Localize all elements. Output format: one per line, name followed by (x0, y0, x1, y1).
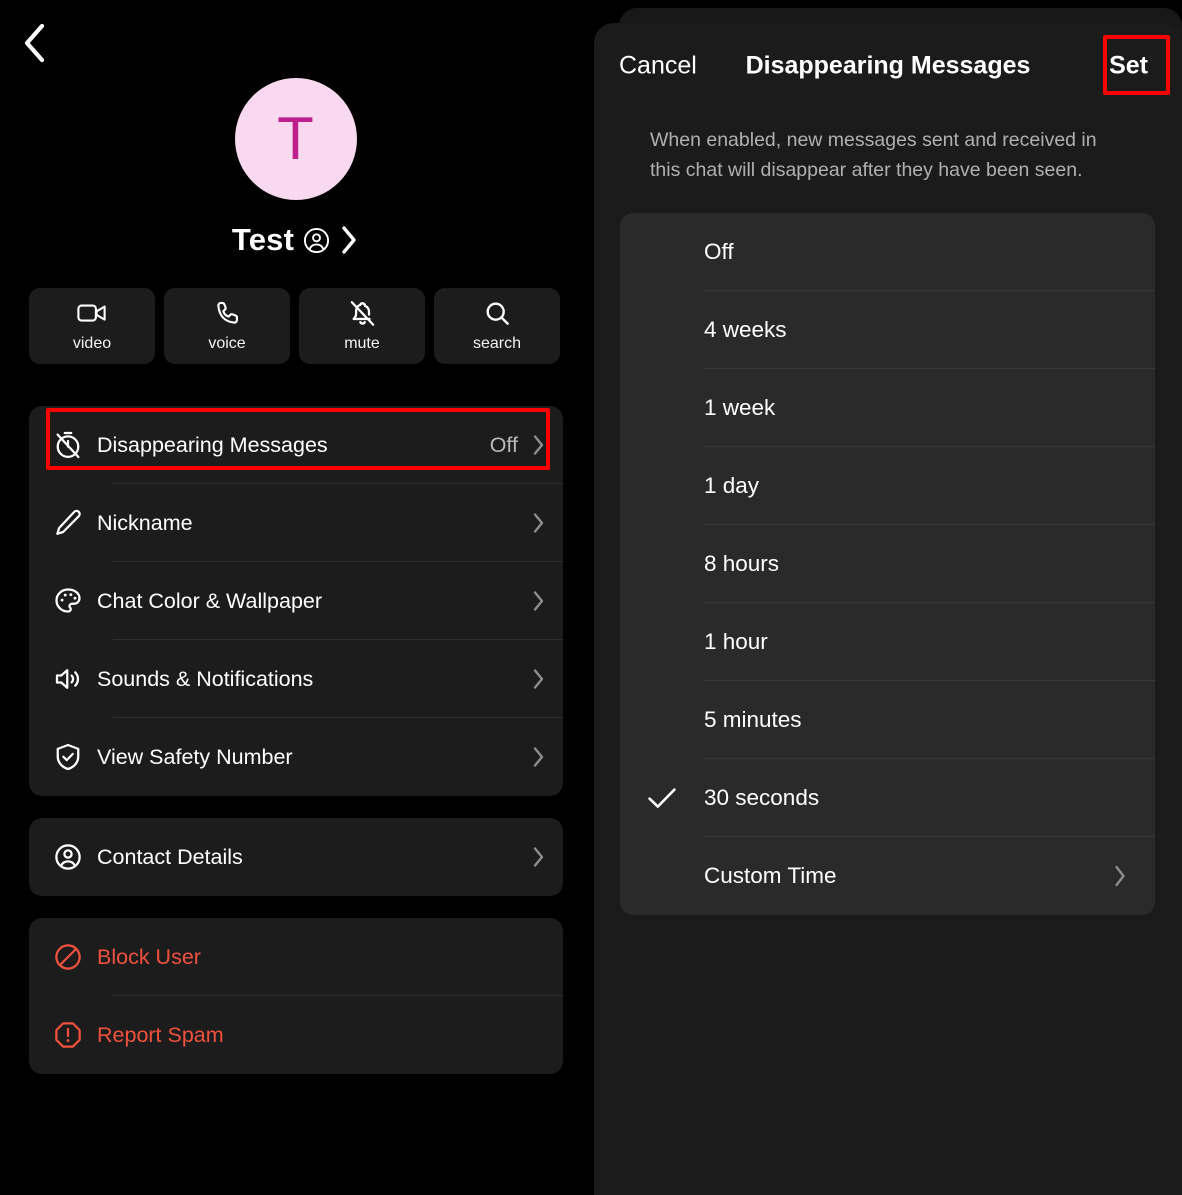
action-label: video (72, 335, 112, 352)
settings-row-contact-details[interactable]: Contact Details (29, 818, 563, 896)
chevron-right-icon (1113, 864, 1137, 888)
chevron-right-icon (532, 590, 545, 612)
settings-row-nickname[interactable]: Nickname (29, 484, 563, 562)
option-row-1-day[interactable]: 1 day (620, 447, 1155, 525)
option-row-4-weeks[interactable]: 4 weeks (620, 291, 1155, 369)
report-spam-button[interactable]: Report Spam (29, 996, 563, 1074)
mute-button[interactable]: mute (299, 288, 425, 364)
settings-row-label: View Safety Number (97, 744, 293, 769)
magnifier-icon (484, 299, 511, 327)
voice-call-button[interactable]: voice (164, 288, 290, 364)
option-row-30-seconds[interactable]: 30 seconds (620, 759, 1155, 837)
settings-card: Disappearing Messages Off Nickname Chat … (29, 406, 563, 796)
option-label: 1 day (704, 473, 760, 498)
danger-row-label: Block User (97, 944, 201, 969)
back-icon[interactable] (13, 22, 55, 64)
speaker-icon (53, 664, 97, 694)
action-label: search (472, 335, 522, 352)
sheet-header: Cancel Disappearing Messages Set (594, 23, 1182, 109)
timer-options-list: Off 4 weeks 1 week 1 day 8 hours 1 hour … (620, 213, 1155, 915)
display-name-row[interactable]: Test (232, 222, 359, 258)
option-row-5-minutes[interactable]: 5 minutes (620, 681, 1155, 759)
phone-icon (214, 299, 241, 327)
palette-icon (53, 586, 97, 616)
page-title: Test (231, 222, 295, 257)
chevron-right-icon (532, 512, 545, 534)
block-user-button[interactable]: Block User (29, 918, 563, 996)
chevron-right-icon (532, 746, 545, 768)
pencil-icon (53, 508, 97, 538)
option-row-custom-time[interactable]: Custom Time (620, 837, 1155, 915)
profile-header: T Test (0, 78, 591, 258)
option-label: 30 seconds (704, 785, 820, 810)
action-label: mute (344, 335, 380, 352)
status-badge: Off (489, 432, 518, 457)
danger-row-label: Report Spam (97, 1022, 224, 1047)
chevron-right-icon[interactable] (339, 224, 359, 256)
search-button[interactable]: search (434, 288, 560, 364)
bell-slash-icon (348, 299, 377, 327)
option-label: 4 weeks (704, 317, 787, 342)
set-button[interactable]: Set (1109, 52, 1148, 81)
option-row-8-hours[interactable]: 8 hours (620, 525, 1155, 603)
shield-check-icon (53, 742, 97, 772)
video-camera-icon (77, 299, 107, 327)
settings-row-chat-color-wallpaper[interactable]: Chat Color & Wallpaper (29, 562, 563, 640)
option-label: 8 hours (704, 551, 780, 576)
settings-row-view-safety-number[interactable]: View Safety Number (29, 718, 563, 796)
chevron-right-icon (532, 668, 545, 690)
person-circle-icon (53, 842, 97, 872)
option-row-1-week[interactable]: 1 week (620, 369, 1155, 447)
chevron-right-icon (532, 434, 545, 456)
settings-row-label: Contact Details (97, 844, 243, 869)
option-label: Custom Time (704, 863, 837, 888)
danger-actions-card: Block User Report Spam (29, 918, 563, 1074)
option-label: 5 minutes (704, 707, 802, 732)
option-label: 1 hour (704, 629, 768, 654)
action-label: voice (208, 335, 246, 352)
settings-row-sounds-notifications[interactable]: Sounds & Notifications (29, 640, 563, 718)
action-button-row: video voice mute search (29, 288, 563, 364)
checkmark-icon (620, 784, 704, 812)
conversation-settings-panel: T Test video voice mute search Disappear… (0, 0, 591, 1195)
video-call-button[interactable]: video (29, 288, 155, 364)
avatar-initial: T (277, 105, 314, 172)
disappearing-messages-sheet: Cancel Disappearing Messages Set When en… (594, 23, 1182, 1195)
timer-off-icon (53, 430, 97, 460)
option-row-1-hour[interactable]: 1 hour (620, 603, 1155, 681)
settings-row-label: Chat Color & Wallpaper (97, 588, 323, 613)
person-circle-icon (303, 227, 330, 254)
option-label: Off (704, 239, 734, 264)
chevron-right-icon (532, 846, 545, 868)
sheet-title: Disappearing Messages (745, 51, 1031, 80)
option-row-off[interactable]: Off (620, 213, 1155, 291)
settings-row-label: Nickname (97, 510, 193, 535)
settings-row-disappearing-messages[interactable]: Disappearing Messages Off (29, 406, 563, 484)
settings-row-label: Sounds & Notifications (97, 666, 314, 691)
contact-details-card: Contact Details (29, 818, 563, 896)
screen-root: T Test video voice mute search Disappear… (0, 0, 1182, 1195)
alert-octagon-icon (53, 1020, 97, 1050)
settings-row-label: Disappearing Messages (97, 432, 328, 457)
sheet-description: When enabled, new messages sent and rece… (650, 129, 1097, 182)
option-label: 1 week (704, 395, 776, 420)
avatar[interactable]: T (234, 78, 357, 200)
block-icon (53, 942, 97, 972)
